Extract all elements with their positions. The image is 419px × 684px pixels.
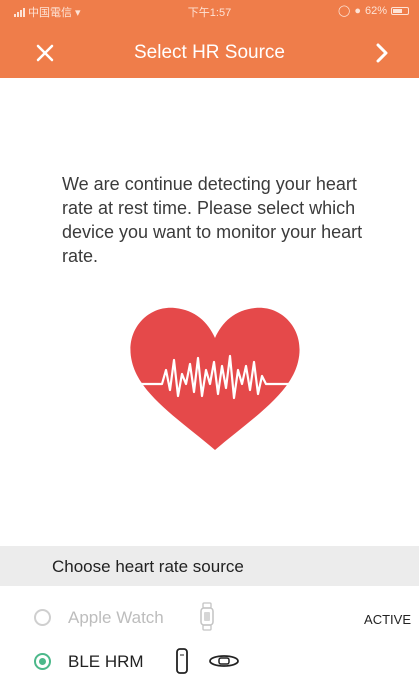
battery-percent: 62% [364, 4, 387, 17]
option-label: Apple Watch [68, 608, 164, 627]
heart-pulse-icon [128, 307, 304, 450]
option-label: BLE HRM [68, 652, 144, 671]
chest-strap-icon [209, 655, 239, 667]
source-option-apple-watch[interactable]: Apple Watch ACTIVE [0, 598, 419, 638]
status-bar: 中国電信 ▾ 下午1:57 ◯ ● 62% [0, 0, 419, 22]
alarm-icon: ● [354, 4, 361, 17]
status-right: ◯ ● 62% [338, 4, 409, 17]
battery-icon [391, 6, 409, 15]
source-option-ble-hrm[interactable]: BLE HRM [0, 642, 419, 682]
app-header: 中国電信 ▾ 下午1:57 ◯ ● 62% Select HR Source [0, 0, 419, 78]
fitness-band-icon [176, 648, 188, 674]
radio-ble-hrm[interactable] [34, 653, 51, 670]
navigation-bar: Select HR Source [0, 28, 419, 78]
lock-rotation-icon: ◯ [338, 5, 351, 17]
active-badge: ACTIVE [364, 612, 411, 627]
page-title: Select HR Source [133, 42, 285, 63]
apple-watch-icon [200, 602, 214, 631]
next-button[interactable] [365, 36, 399, 70]
radio-apple-watch[interactable] [34, 609, 51, 626]
chevron-right-icon [376, 43, 388, 63]
description-text: We are continue detecting your heart rat… [62, 174, 363, 266]
source-section-header: Choose heart rate source [0, 546, 419, 586]
section-title: Choose heart rate source [52, 557, 244, 576]
